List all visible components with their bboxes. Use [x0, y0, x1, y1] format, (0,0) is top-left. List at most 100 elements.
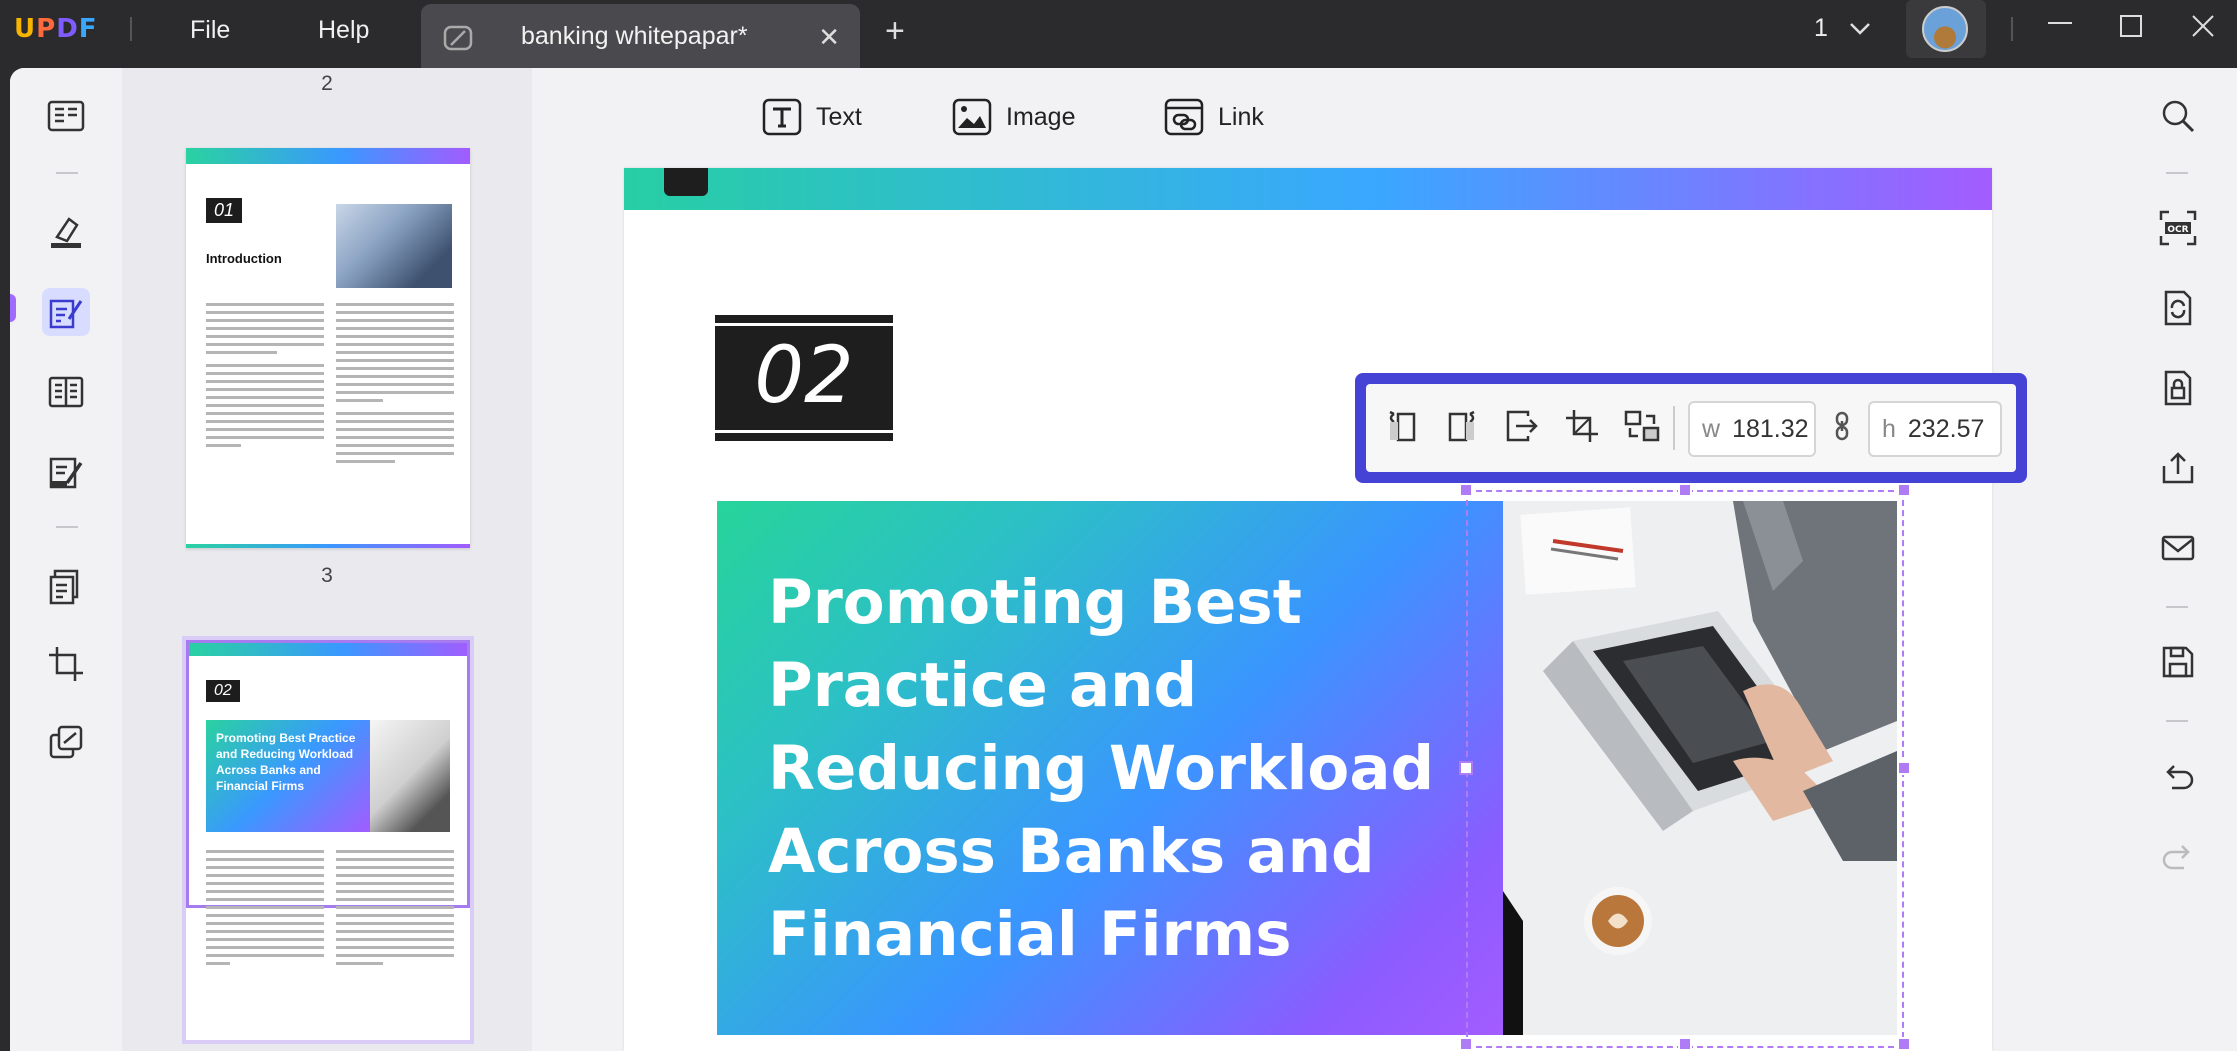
height-field[interactable]: h 232.57	[1868, 401, 2002, 457]
replace-image-button[interactable]	[1620, 404, 1664, 448]
account-button[interactable]	[1906, 0, 1986, 58]
share-button[interactable]	[2158, 448, 2198, 488]
protect-button[interactable]	[2158, 368, 2198, 408]
divider	[2011, 17, 2013, 41]
height-label: h	[1882, 414, 1896, 443]
page-selector-value: 1	[1814, 14, 1828, 42]
save-icon	[2160, 644, 2196, 680]
thumbnail-photo	[370, 720, 450, 832]
menu-help[interactable]: Help	[318, 16, 369, 45]
add-image-button[interactable]: Image	[952, 98, 1075, 136]
form-tool-button[interactable]	[42, 368, 90, 416]
section-number-box[interactable]: 02	[715, 315, 893, 441]
aspect-lock-button[interactable]	[1824, 404, 1860, 448]
save-button[interactable]	[2158, 642, 2198, 682]
comment-tool-button[interactable]	[42, 208, 90, 256]
thumbnail-page-number: 3	[321, 564, 333, 587]
left-toolbar	[10, 68, 122, 1051]
thumbnail-text-right	[336, 303, 454, 468]
organize-pages-button[interactable]	[42, 562, 90, 610]
thumbnail-section-number: 02	[206, 680, 240, 702]
search-button[interactable]	[2158, 96, 2198, 136]
resize-handle[interactable]	[1897, 761, 1911, 775]
laptop-desk-photo[interactable]	[1503, 501, 1897, 1035]
share-icon	[2160, 450, 2196, 486]
thumbnail-text-left	[206, 850, 324, 970]
resize-handle[interactable]	[1459, 1037, 1473, 1051]
tab-title: banking whitepapar*	[521, 22, 748, 50]
hero-title[interactable]: Promoting Best Practice and Reducing Wor…	[768, 561, 1468, 976]
close-tab-icon[interactable]: ✕	[818, 22, 840, 53]
edit-mode-icon	[441, 21, 475, 55]
document-tab[interactable]: banking whitepapar* ✕	[421, 4, 860, 68]
app-body: 2 01 Introduction 3 02 Promoting Best Pr…	[10, 68, 2237, 1051]
thumbnail-header	[186, 640, 470, 656]
close-window-icon[interactable]	[2191, 14, 2215, 38]
edit-pdf-button[interactable]	[42, 288, 90, 336]
thumbnail-page-2[interactable]: 01 Introduction	[186, 148, 470, 548]
email-button[interactable]	[2158, 528, 2198, 568]
mail-icon	[2160, 530, 2196, 566]
book-icon	[47, 97, 85, 135]
rotate-right-button[interactable]	[1440, 404, 1484, 448]
title-bar: UPDF File Help banking whitepapar* ✕ + 1	[0, 0, 2237, 68]
thumbnail-photo	[336, 204, 452, 288]
resize-handle[interactable]	[1459, 483, 1473, 497]
undo-button[interactable]	[2158, 756, 2198, 796]
link-icon	[1833, 411, 1851, 441]
highlighter-icon	[47, 213, 85, 251]
minimize-icon[interactable]	[2045, 8, 2075, 38]
section-number: 02	[754, 331, 854, 421]
resize-handle[interactable]	[1678, 1037, 1692, 1051]
undo-icon	[2160, 758, 2196, 794]
page-tools-button[interactable]	[42, 718, 90, 766]
divider	[2166, 720, 2188, 722]
crop-icon	[1564, 408, 1600, 444]
text-label: Text	[816, 102, 862, 131]
extract-image-button[interactable]	[1500, 404, 1544, 448]
add-tab-button[interactable]: +	[885, 12, 905, 51]
page-selector[interactable]: 1	[1814, 14, 1871, 43]
rotate-left-button[interactable]	[1380, 404, 1424, 448]
hero-banner[interactable]: Promoting Best Practice and Reducing Wor…	[717, 501, 1503, 1035]
ocr-button[interactable]: OCR	[2158, 208, 2198, 248]
link-label: Link	[1218, 102, 1264, 131]
updf-logo: UPDF	[14, 14, 98, 44]
crop-pages-button[interactable]	[42, 640, 90, 688]
thumbnail-panel: 2 01 Introduction 3 02 Promoting Best Pr…	[122, 68, 532, 1051]
edit-document-icon	[47, 293, 85, 331]
crop-image-button[interactable]	[1560, 404, 1604, 448]
search-icon	[2160, 98, 2196, 134]
rotate-left-icon	[1384, 408, 1420, 444]
ocr-icon: OCR	[2159, 210, 2197, 246]
page-header-bar	[624, 168, 1992, 210]
divider	[2166, 606, 2188, 608]
height-value[interactable]: 232.57	[1908, 415, 1984, 444]
replace-icon	[1624, 408, 1660, 444]
resize-handle[interactable]	[1678, 483, 1692, 497]
image-label: Image	[1006, 102, 1076, 131]
chevron-down-icon	[1849, 22, 1871, 36]
convert-button[interactable]	[2158, 288, 2198, 328]
resize-handle[interactable]	[1897, 483, 1911, 497]
resize-handle[interactable]	[1897, 1037, 1911, 1051]
width-label: w	[1702, 414, 1721, 443]
thumbnail-title: Introduction	[206, 251, 282, 266]
thumbnail-page-number: 2	[321, 72, 333, 95]
right-toolbar: OCR	[2110, 68, 2237, 1051]
menu-file[interactable]: File	[190, 16, 230, 45]
thumbnail-page-3[interactable]: 02 Promoting Best Practice and Reducing …	[182, 636, 474, 1044]
redo-button[interactable]	[2158, 836, 2198, 876]
add-text-button[interactable]: Text	[762, 98, 862, 136]
link-icon	[1164, 98, 1204, 136]
resize-handle[interactable]	[1459, 761, 1473, 775]
image-edit-toolbar-body: w 181.32 h 232.57	[1366, 384, 2016, 472]
maximize-icon[interactable]	[2119, 14, 2143, 38]
reader-mode-button[interactable]	[42, 92, 90, 140]
divider	[1673, 406, 1675, 450]
add-link-button[interactable]: Link	[1164, 98, 1264, 136]
width-value[interactable]: 181.32	[1732, 415, 1808, 444]
sign-document-icon	[47, 453, 85, 491]
fill-sign-button[interactable]	[42, 448, 90, 496]
width-field[interactable]: w 181.32	[1688, 401, 1816, 457]
